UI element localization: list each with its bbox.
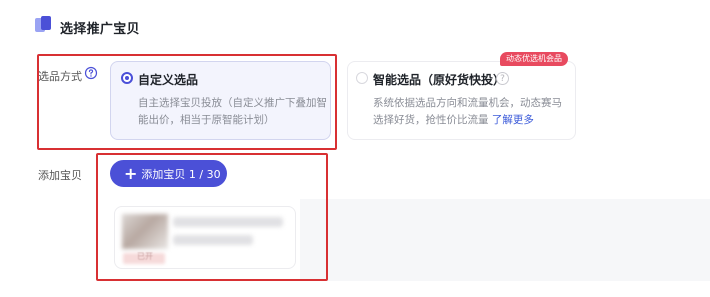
- opportunity-badge: 动态优选机会品: [500, 52, 568, 66]
- highlight-box-selection-mode: [37, 54, 337, 150]
- smart-selection-title: 智能选品（原好货快投）: [373, 73, 506, 87]
- smart-selection-radio[interactable]: [356, 72, 368, 84]
- add-product-label: 添加宝贝: [38, 169, 82, 182]
- product-list-area: [300, 199, 710, 281]
- smart-selection-desc: 系统依据选品方向和流量机会，动态赛马选择好货，抢性价比流量 了解更多: [373, 95, 567, 129]
- section-marker-icon: [35, 16, 51, 32]
- section-title: 选择推广宝贝: [60, 22, 140, 37]
- smart-selection-help-icon[interactable]: ?: [496, 72, 509, 85]
- learn-more-link[interactable]: 了解更多: [492, 114, 534, 126]
- highlight-box-add-product: [96, 153, 328, 281]
